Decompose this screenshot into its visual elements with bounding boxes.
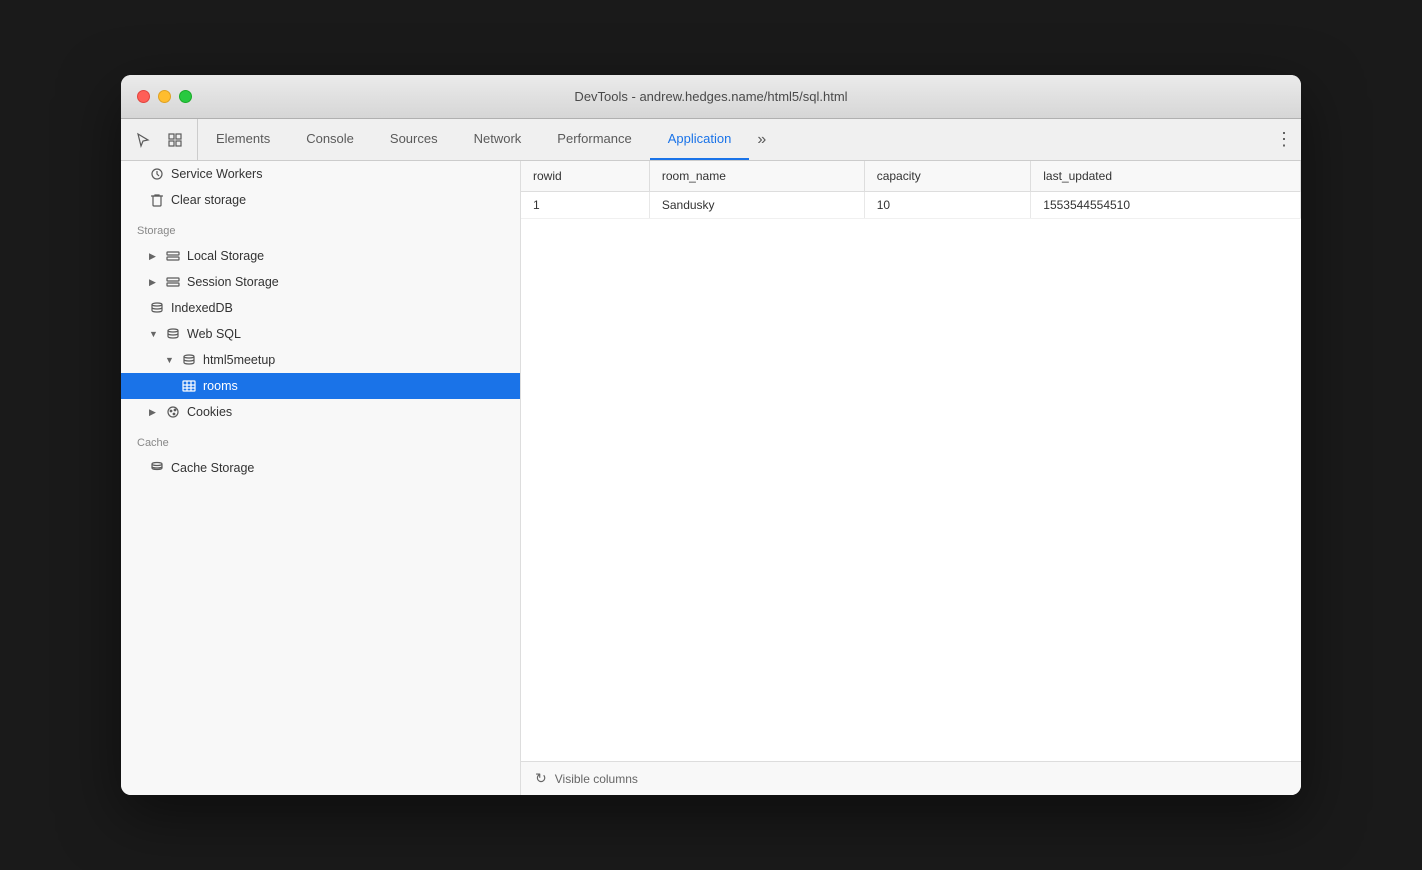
storage-section-label: Storage xyxy=(121,213,520,243)
cell-rowid: 1 xyxy=(521,192,649,219)
table-footer: ↻ Visible columns xyxy=(521,761,1301,795)
sidebar-item-session-storage[interactable]: ▶ Session Storage xyxy=(121,269,520,295)
web-sql-chevron: ▼ xyxy=(149,329,159,339)
toolbar: Elements Console Sources Network Perform… xyxy=(121,119,1301,161)
sidebar-item-cookies[interactable]: ▶ Cookies xyxy=(121,399,520,425)
visible-columns-label: Visible columns xyxy=(555,772,638,786)
close-button[interactable] xyxy=(137,90,150,103)
tab-console[interactable]: Console xyxy=(288,119,372,160)
devtools-window: DevTools - andrew.hedges.name/html5/sql.… xyxy=(121,75,1301,795)
sidebar-item-html5meetup[interactable]: ▼ html5meetup xyxy=(121,347,520,373)
cursor-icon[interactable] xyxy=(129,126,157,154)
toolbar-icons xyxy=(121,119,198,160)
cookies-chevron: ▶ xyxy=(149,407,159,418)
sidebar-item-cache-storage[interactable]: Cache Storage xyxy=(121,455,520,481)
service-workers-icon xyxy=(149,166,165,182)
cookies-icon xyxy=(165,404,181,420)
sidebar: Service Workers Clear storage Storage xyxy=(121,161,521,795)
cell-room-name: Sandusky xyxy=(649,192,864,219)
window-title: DevTools - andrew.hedges.name/html5/sql.… xyxy=(574,89,847,104)
tab-performance[interactable]: Performance xyxy=(539,119,649,160)
web-sql-icon xyxy=(165,326,181,342)
traffic-lights xyxy=(137,90,192,103)
table-container[interactable]: rowid room_name capacity last_updated 1 … xyxy=(521,161,1301,761)
minimize-button[interactable] xyxy=(158,90,171,103)
inspect-icon[interactable] xyxy=(161,126,189,154)
trash-icon xyxy=(149,192,165,208)
maximize-button[interactable] xyxy=(179,90,192,103)
html5meetup-chevron: ▼ xyxy=(165,355,175,365)
session-storage-icon xyxy=(165,274,181,290)
sidebar-item-rooms[interactable]: rooms xyxy=(121,373,520,399)
sidebar-item-local-storage[interactable]: ▶ Local Storage xyxy=(121,243,520,269)
table-header-row: rowid room_name capacity last_updated xyxy=(521,161,1301,192)
col-rowid: rowid xyxy=(521,161,649,192)
cell-last-updated: 1553544554510 xyxy=(1031,192,1301,219)
tab-sources[interactable]: Sources xyxy=(372,119,456,160)
tab-menu-button[interactable]: ⋮ xyxy=(1267,119,1301,160)
titlebar: DevTools - andrew.hedges.name/html5/sql.… xyxy=(121,75,1301,119)
tab-application[interactable]: Application xyxy=(650,119,750,160)
tab-more-button[interactable]: » xyxy=(749,119,774,160)
cache-storage-icon xyxy=(149,460,165,476)
tab-network[interactable]: Network xyxy=(456,119,540,160)
col-room-name: room_name xyxy=(649,161,864,192)
html5meetup-icon xyxy=(181,352,197,368)
devtools-body: Elements Console Sources Network Perform… xyxy=(121,119,1301,795)
tab-elements[interactable]: Elements xyxy=(198,119,288,160)
col-capacity: capacity xyxy=(864,161,1031,192)
main-panel: rowid room_name capacity last_updated 1 … xyxy=(521,161,1301,795)
indexed-db-icon xyxy=(149,300,165,316)
data-table: rowid room_name capacity last_updated 1 … xyxy=(521,161,1301,219)
local-storage-icon xyxy=(165,248,181,264)
local-storage-chevron: ▶ xyxy=(149,251,159,262)
sidebar-item-service-workers[interactable]: Service Workers xyxy=(121,161,520,187)
tabs: Elements Console Sources Network Perform… xyxy=(198,119,1301,160)
sidebar-item-clear-storage[interactable]: Clear storage xyxy=(121,187,520,213)
content-area: Service Workers Clear storage Storage xyxy=(121,161,1301,795)
table-row[interactable]: 1 Sandusky 10 1553544554510 xyxy=(521,192,1301,219)
cell-capacity: 10 xyxy=(864,192,1031,219)
cache-section-label: Cache xyxy=(121,425,520,455)
rooms-table-icon xyxy=(181,378,197,394)
refresh-icon[interactable]: ↻ xyxy=(535,770,547,787)
session-storage-chevron: ▶ xyxy=(149,277,159,288)
sidebar-item-web-sql[interactable]: ▼ Web SQL xyxy=(121,321,520,347)
sidebar-item-indexed-db[interactable]: IndexedDB xyxy=(121,295,520,321)
col-last-updated: last_updated xyxy=(1031,161,1301,192)
